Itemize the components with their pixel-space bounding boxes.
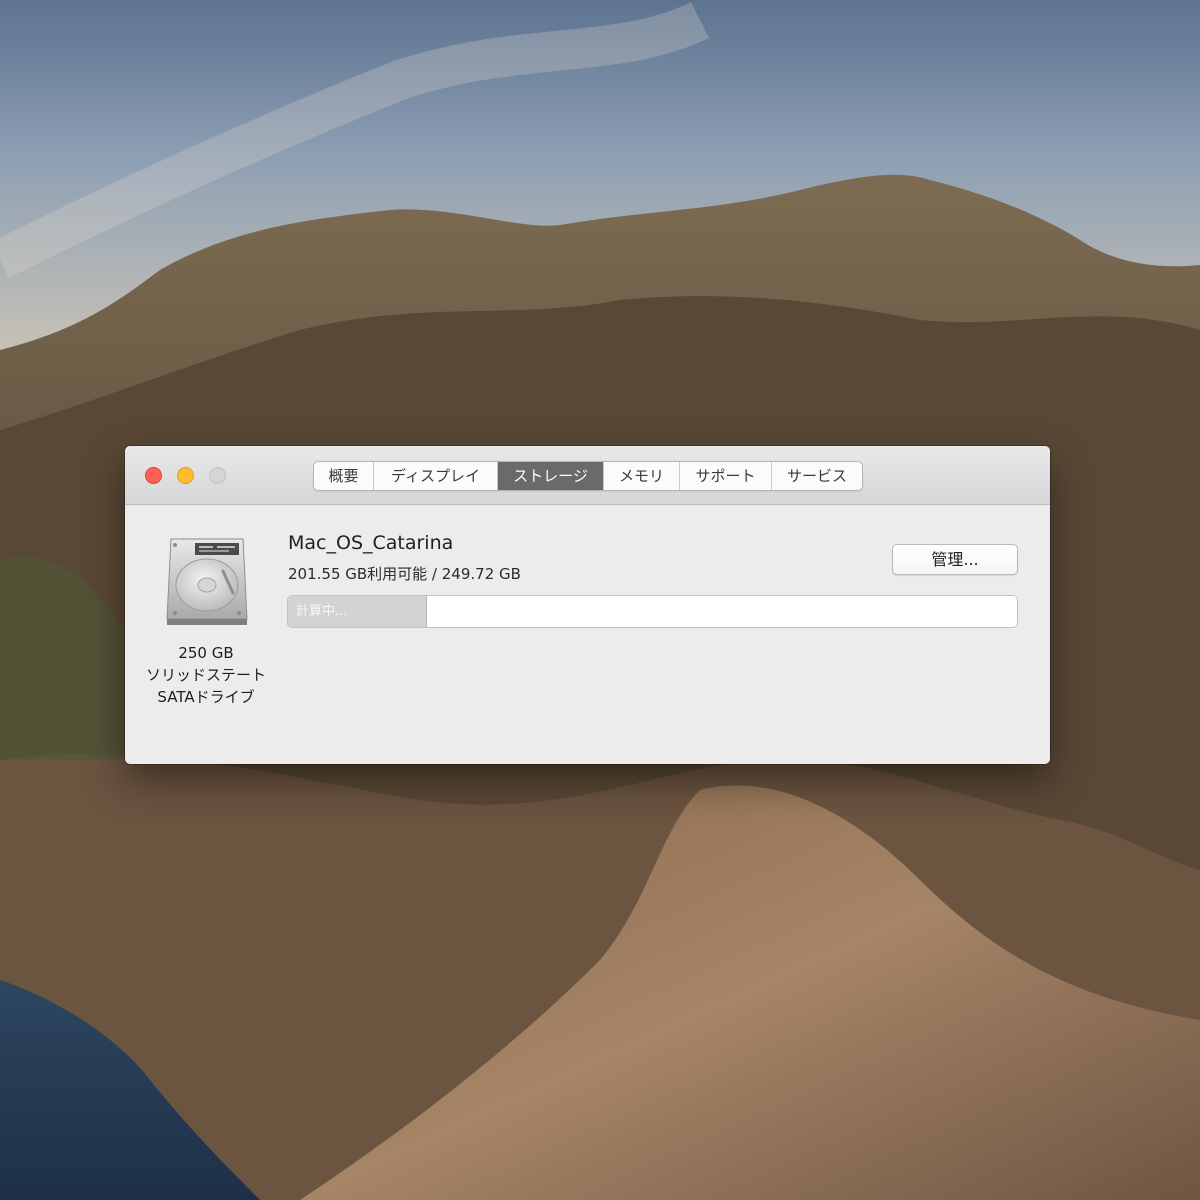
- window-titlebar[interactable]: 概要 ディスプレイ ストレージ メモリ サポート サービス: [125, 446, 1050, 505]
- about-this-mac-window: 概要 ディスプレイ ストレージ メモリ サポート サービス 250 GB ソリッ…: [125, 446, 1050, 764]
- drive-type-line1: ソリッドステート: [145, 666, 266, 684]
- volume-size-text: 201.55 GB利用可能 / 249.72 GB: [288, 565, 521, 583]
- zoom-button[interactable]: [209, 467, 226, 484]
- drive-capacity: 250 GB: [178, 644, 234, 662]
- tab-storage[interactable]: ストレージ: [498, 462, 604, 490]
- tab-support[interactable]: サポート: [680, 462, 772, 490]
- tab-overview[interactable]: 概要: [314, 462, 374, 490]
- close-button[interactable]: [145, 467, 162, 484]
- storage-usage-bar: 計算中...: [287, 595, 1018, 628]
- volume-name: Mac_OS_Catarina: [288, 532, 454, 554]
- tab-memory[interactable]: メモリ: [604, 462, 680, 490]
- hard-drive-icon: [159, 533, 255, 629]
- drive-type-line2: SATAドライブ: [157, 688, 255, 706]
- tab-bar: 概要 ディスプレイ ストレージ メモリ サポート サービス: [313, 461, 863, 491]
- storage-calculating-label: 計算中...: [296, 604, 348, 619]
- minimize-button[interactable]: [177, 467, 194, 484]
- tab-displays[interactable]: ディスプレイ: [374, 462, 498, 490]
- manage-button[interactable]: 管理...: [892, 544, 1018, 575]
- tab-service[interactable]: サービス: [772, 462, 862, 490]
- drive-caption: 250 GB ソリッドステート SATAドライブ: [131, 642, 281, 708]
- storage-panel: 250 GB ソリッドステート SATAドライブ Mac_OS_Catarina…: [125, 505, 1050, 764]
